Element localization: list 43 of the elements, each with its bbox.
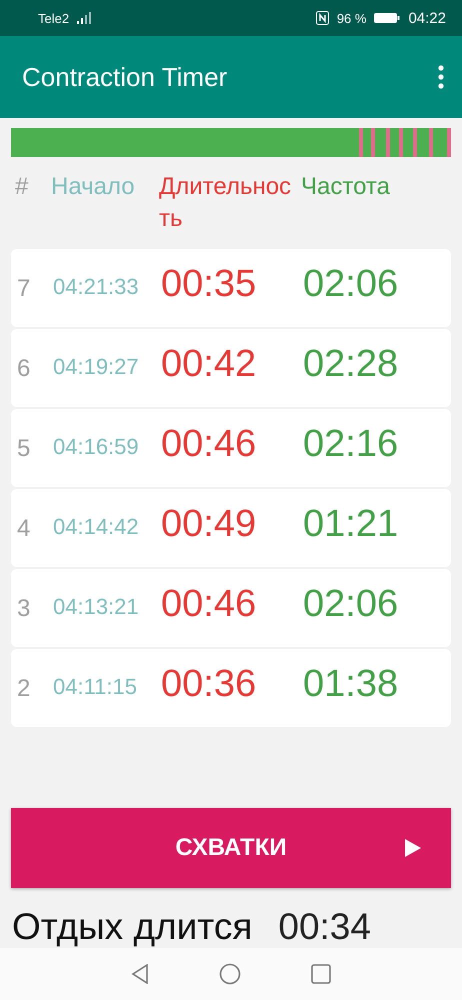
- start-time: 04:21:33: [53, 275, 140, 299]
- frequency-header: Частота: [301, 172, 391, 202]
- duration-time: 00:46: [161, 423, 256, 466]
- row-number: 5: [17, 435, 30, 463]
- rest-time: 00:34: [278, 906, 371, 948]
- home-icon[interactable]: [219, 963, 241, 985]
- row-number: 7: [17, 275, 30, 303]
- start-header: Начало: [51, 172, 136, 202]
- frequency-time: 02:06: [303, 263, 398, 306]
- row-number: 2: [17, 675, 30, 703]
- duration-time: 00:42: [161, 343, 256, 386]
- start-time: 04:11:15: [53, 675, 138, 699]
- duration-time: 00:46: [161, 583, 256, 626]
- start-time: 04:16:59: [53, 435, 140, 459]
- back-icon[interactable]: [131, 964, 149, 984]
- signal-icon: [77, 12, 92, 24]
- row-number: 6: [17, 355, 30, 383]
- row-number: 3: [17, 595, 30, 623]
- duration-time: 00:49: [161, 503, 256, 546]
- row-number: 4: [17, 515, 30, 543]
- battery-percent: 96 %: [336, 10, 366, 26]
- duration-time: 00:36: [161, 663, 256, 706]
- start-time: 04:13:21: [53, 595, 140, 619]
- number-header: #: [15, 172, 30, 202]
- start-time: 04:19:27: [53, 355, 140, 379]
- duration-header: Длительность: [159, 172, 292, 234]
- clock-time: 04:22: [408, 10, 446, 26]
- nfc-icon: [316, 11, 329, 25]
- start-time: 04:14:42: [53, 515, 140, 539]
- frequency-time: 02:06: [303, 583, 398, 626]
- duration-time: 00:35: [161, 263, 256, 306]
- frequency-time: 01:21: [303, 503, 398, 546]
- frequency-time: 02:16: [303, 423, 398, 466]
- carrier-name: Tele2: [38, 10, 70, 26]
- play-icon: [405, 839, 421, 857]
- recents-icon[interactable]: [311, 964, 331, 984]
- contractions-button[interactable]: СХВАТКИ: [11, 808, 451, 888]
- frequency-time: 02:28: [303, 343, 398, 386]
- frequency-time: 01:38: [303, 663, 398, 706]
- rest-label: Отдых длится: [12, 906, 252, 948]
- battery-icon: [374, 12, 400, 24]
- app-title: Contraction Timer: [22, 62, 228, 92]
- more-options-icon[interactable]: [438, 65, 444, 89]
